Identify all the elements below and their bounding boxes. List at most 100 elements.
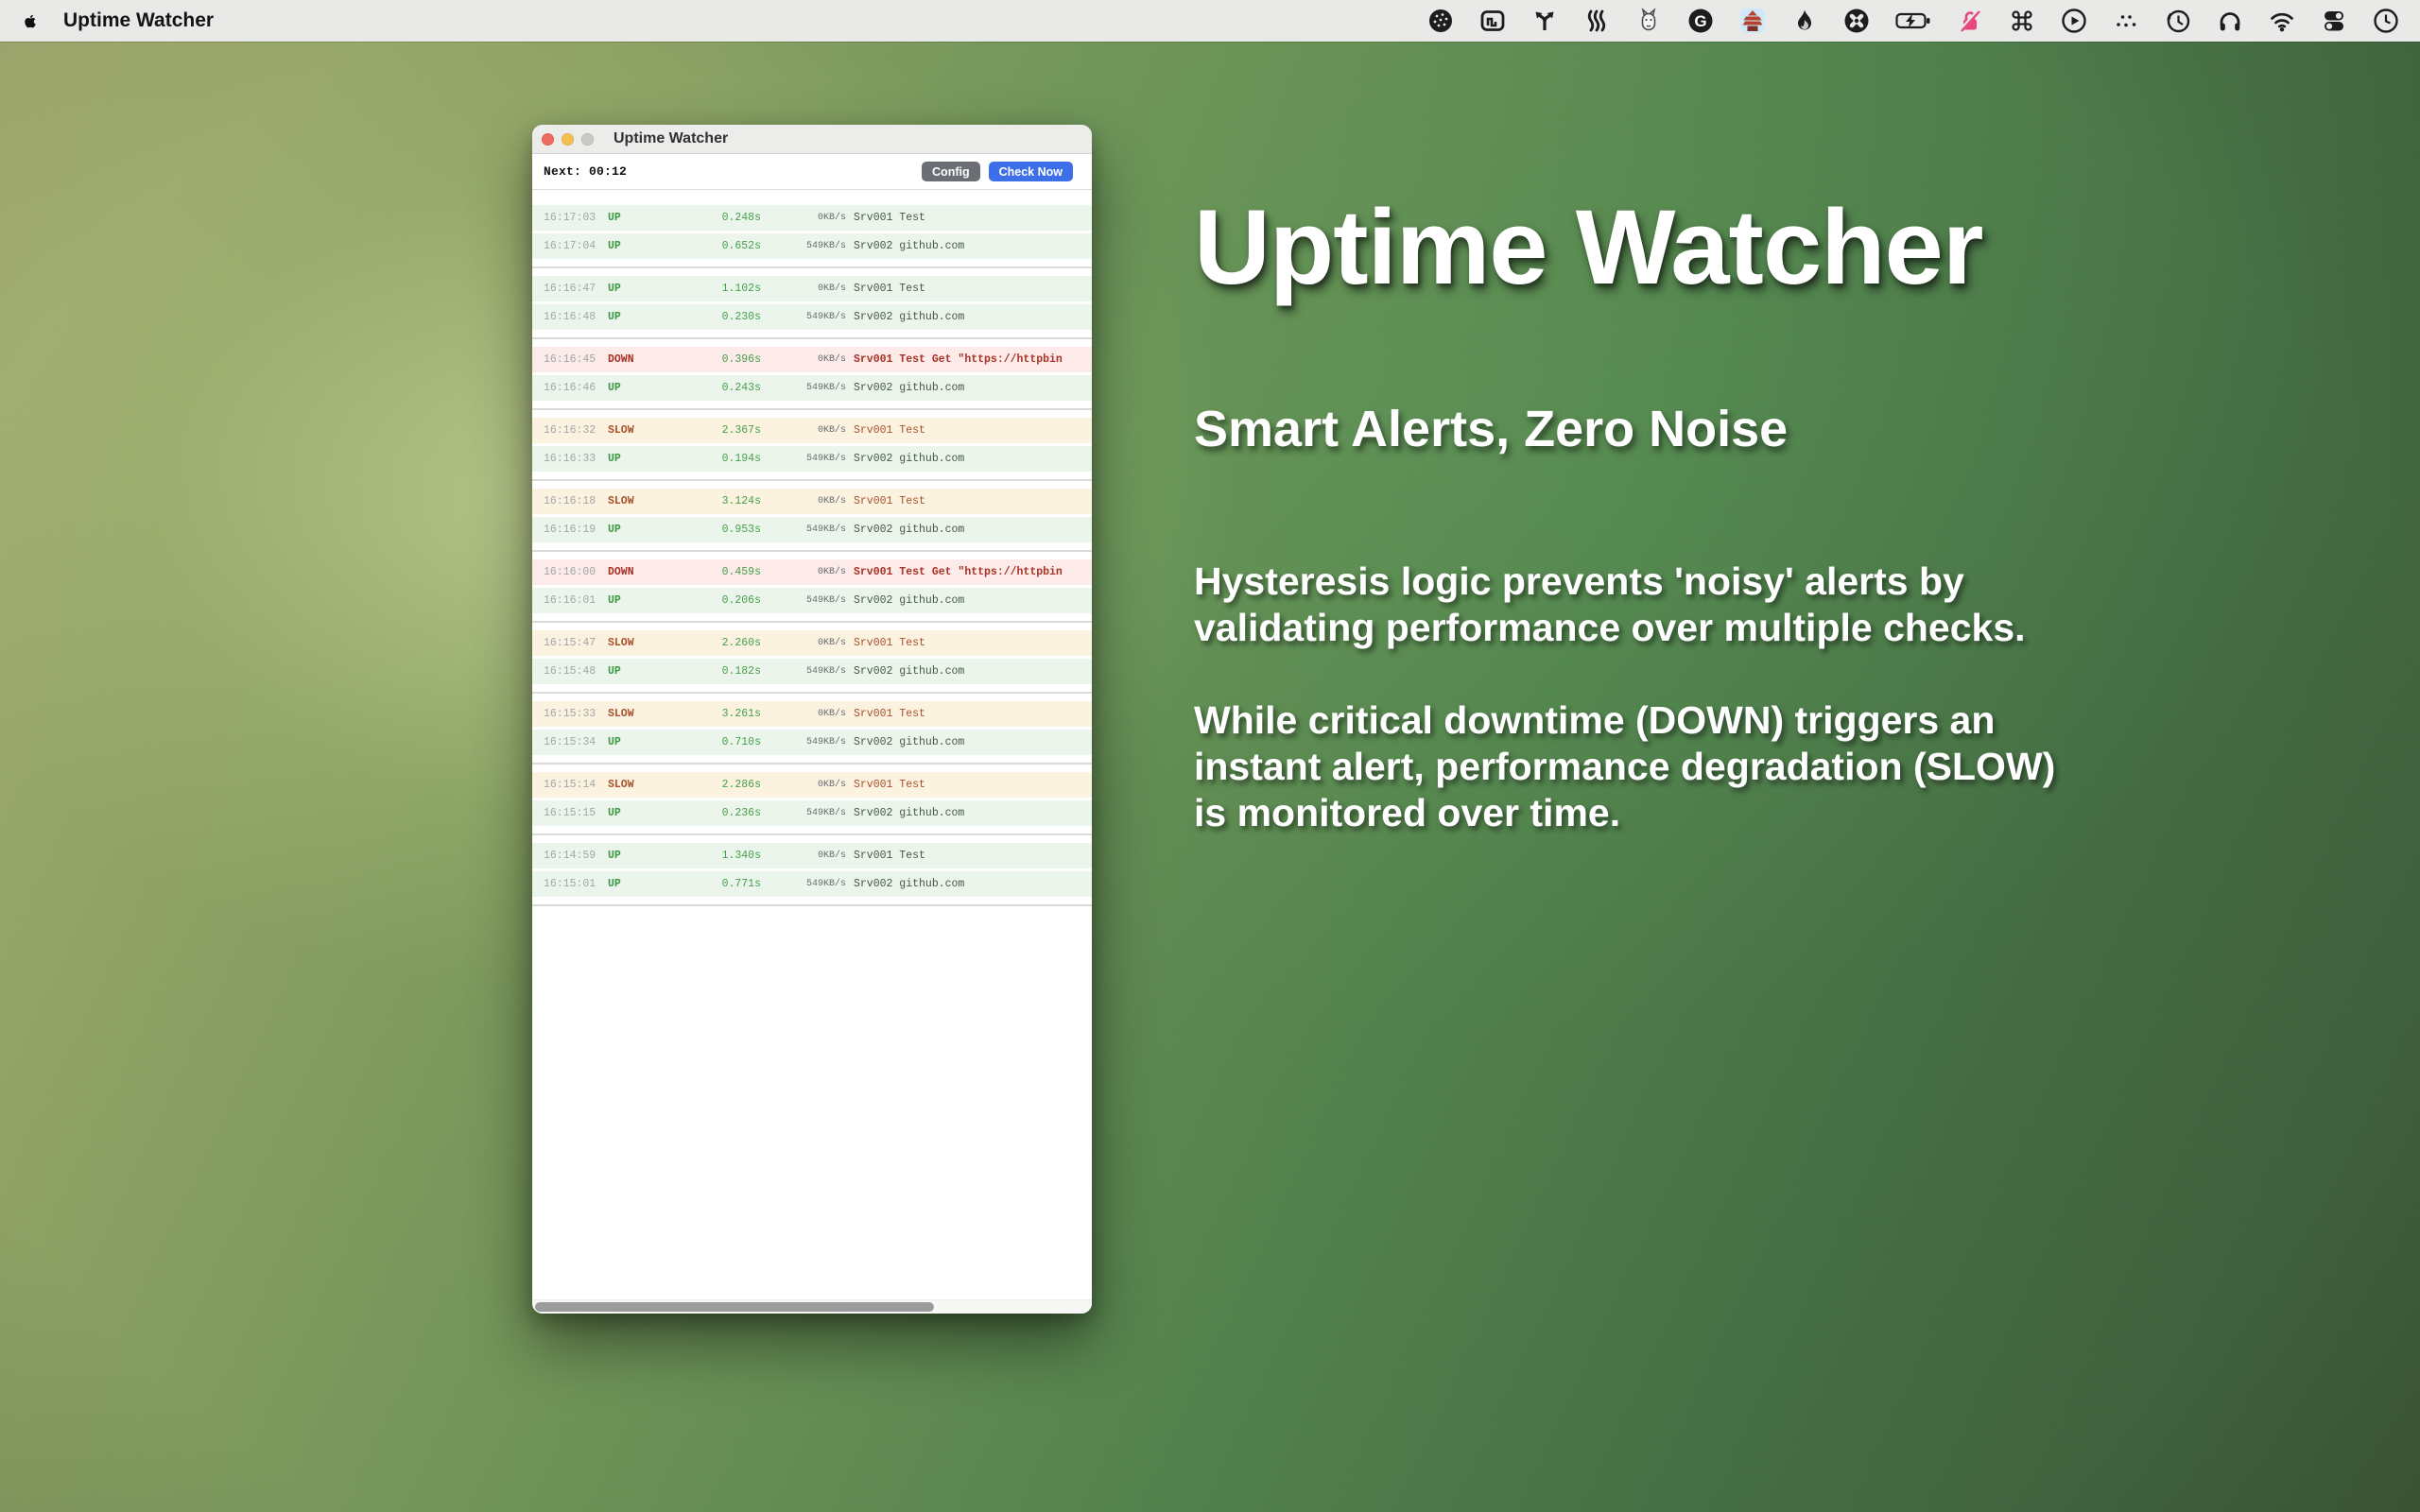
log-group: 16:15:14SLOW2.286s0KB/sSrv001 Test16:15:… xyxy=(532,772,1092,835)
log-row: 16:16:33UP0.194s549KB/sSrv002 github.com xyxy=(532,446,1092,472)
log-time: 16:16:00 xyxy=(544,566,596,578)
log-time: 16:16:45 xyxy=(544,353,596,366)
log-rate: 549KB/s xyxy=(761,312,846,322)
play-circle-icon[interactable] xyxy=(2061,7,2087,35)
log-rate: 549KB/s xyxy=(761,383,846,393)
log-row: 16:15:34UP0.710s549KB/sSrv002 github.com xyxy=(532,730,1092,755)
whiskers-icon[interactable] xyxy=(1583,7,1610,35)
log-duration: 0.236s xyxy=(663,807,761,819)
clock-icon[interactable] xyxy=(2373,7,2399,35)
horizontal-scrollbar-thumb[interactable] xyxy=(535,1302,934,1312)
log-target: Srv001 Test xyxy=(854,424,1092,437)
log-duration: 0.459s xyxy=(663,566,761,578)
headphones-icon[interactable] xyxy=(2217,7,2243,35)
log-time: 16:15:34 xyxy=(544,736,596,748)
log-duration: 1.102s xyxy=(663,283,761,295)
log-status: UP xyxy=(608,283,663,295)
menu-bar: Uptime Watcher G xyxy=(0,0,2420,42)
log-group: 16:15:47SLOW2.260s0KB/sSrv001 Test16:15:… xyxy=(532,630,1092,694)
log-list: 16:17:03UP0.248s0KB/sSrv001 Test16:17:04… xyxy=(532,205,1092,906)
horizontal-scrollbar[interactable] xyxy=(532,1299,1092,1314)
letter-g-icon[interactable]: G xyxy=(1687,7,1714,35)
log-target: Srv001 Test Get "https://httpbin xyxy=(854,566,1092,578)
log-rate: 549KB/s xyxy=(761,454,846,464)
time-machine-icon[interactable] xyxy=(2165,7,2191,35)
command-icon[interactable] xyxy=(2009,7,2035,35)
log-row: 16:15:33SLOW3.261s0KB/sSrv001 Test xyxy=(532,701,1092,727)
log-status: UP xyxy=(608,524,663,536)
log-rate: 0KB/s xyxy=(761,780,846,790)
lock-slash-icon[interactable] xyxy=(1957,7,1983,35)
log-status: SLOW xyxy=(608,779,663,791)
dotted-sphere-icon[interactable] xyxy=(1427,7,1454,35)
llama-icon[interactable] xyxy=(1635,7,1662,35)
log-rate: 549KB/s xyxy=(761,241,846,251)
log-group: 16:15:33SLOW3.261s0KB/sSrv001 Test 16:15:… xyxy=(532,701,1092,765)
log-duration: 0.182s xyxy=(663,665,761,678)
log-duration: 2.260s xyxy=(663,637,761,649)
fan-icon[interactable] xyxy=(1843,7,1870,35)
log-duration: 0.771s xyxy=(663,878,761,890)
log-duration: 2.286s xyxy=(663,779,761,791)
log-row: 16:16:47UP1.102s0KB/sSrv001 Test xyxy=(532,276,1092,301)
log-rate: 0KB/s xyxy=(761,638,846,648)
pagoda-icon[interactable] xyxy=(1739,7,1766,35)
log-time: 16:17:03 xyxy=(544,212,596,224)
log-status: UP xyxy=(608,736,663,748)
split-arrows-icon[interactable] xyxy=(1531,7,1558,35)
menu-bar-app-name[interactable]: Uptime Watcher xyxy=(63,9,214,32)
log-time: 16:16:46 xyxy=(544,382,596,394)
log-time: 16:17:04 xyxy=(544,240,596,252)
log-target: Srv002 github.com xyxy=(854,878,1092,890)
log-status: DOWN xyxy=(608,353,663,366)
log-row: 16:14:59UP1.340s0KB/sSrv001 Test xyxy=(532,843,1092,868)
log-target: Srv002 github.com xyxy=(854,311,1092,323)
log-status: UP xyxy=(608,850,663,862)
toggles-icon[interactable] xyxy=(2321,7,2347,35)
log-duration: 0.206s xyxy=(663,594,761,607)
log-rate: 549KB/s xyxy=(761,808,846,818)
log-rate: 0KB/s xyxy=(761,213,846,223)
dots-icon[interactable] xyxy=(2113,7,2139,35)
log-duration: 2.367s xyxy=(663,424,761,437)
log-row: 16:16:32SLOW2.367s0KB/sSrv001 Test xyxy=(532,418,1092,443)
log-target: Srv002 github.com xyxy=(854,736,1092,748)
log-status: DOWN xyxy=(608,566,663,578)
log-row: 16:15:48UP0.182s549KB/sSrv002 github.com xyxy=(532,659,1092,684)
group-separator xyxy=(532,833,1092,835)
group-separator xyxy=(532,763,1092,765)
log-target: Srv001 Test xyxy=(854,779,1092,791)
log-target: Srv001 Test xyxy=(854,283,1092,295)
config-button[interactable]: Config xyxy=(922,162,980,181)
log-rate: 0KB/s xyxy=(761,425,846,436)
log-row: 16:16:18SLOW3.124s0KB/sSrv001 Test xyxy=(532,489,1092,514)
log-duration: 0.243s xyxy=(663,382,761,394)
close-button[interactable] xyxy=(542,133,554,146)
battery-charging-icon[interactable] xyxy=(1895,7,1931,35)
log-duration: 0.652s xyxy=(663,240,761,252)
window-title: Uptime Watcher xyxy=(614,130,728,147)
apple-menu-icon[interactable] xyxy=(22,11,39,31)
log-time: 16:16:48 xyxy=(544,311,596,323)
log-time: 16:16:19 xyxy=(544,524,596,536)
log-time: 16:16:18 xyxy=(544,495,596,507)
log-status: UP xyxy=(608,311,663,323)
log-row: 16:16:19UP0.953s549KB/sSrv002 github.com xyxy=(532,517,1092,542)
flame-icon[interactable] xyxy=(1791,7,1818,35)
screen-chart-icon[interactable] xyxy=(1479,7,1506,35)
log-target: Srv002 github.com xyxy=(854,594,1092,607)
log-group: 16:16:47UP1.102s0KB/sSrv001 Test16:16:48… xyxy=(532,276,1092,339)
next-check-countdown: Next: 00:12 xyxy=(544,164,627,179)
group-separator xyxy=(532,337,1092,339)
log-status: UP xyxy=(608,240,663,252)
zoom-button[interactable] xyxy=(581,133,594,146)
wifi-icon[interactable] xyxy=(2269,7,2295,35)
minimize-button[interactable] xyxy=(562,133,574,146)
log-group: 16:16:18SLOW3.124s0KB/sSrv001 Test16:16:… xyxy=(532,489,1092,552)
log-duration: 0.230s xyxy=(663,311,761,323)
menu-bar-status-icons: G xyxy=(1427,7,2420,35)
log-target: Srv002 github.com xyxy=(854,524,1092,536)
log-duration: 0.710s xyxy=(663,736,761,748)
check-now-button[interactable]: Check Now xyxy=(989,162,1073,181)
log-rate: 0KB/s xyxy=(761,284,846,294)
